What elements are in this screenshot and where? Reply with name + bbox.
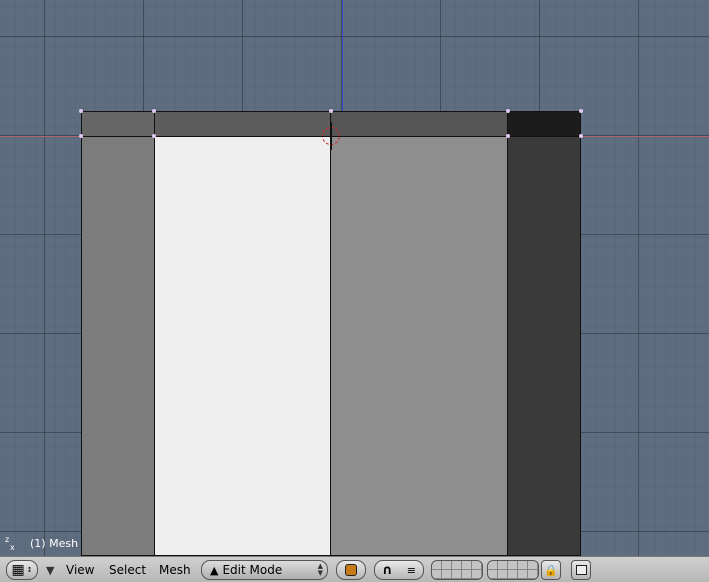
snap-icon: ≡ [406, 563, 416, 577]
layer-buttons-group-1[interactable] [431, 560, 483, 580]
mesh-face-front-light[interactable] [154, 136, 331, 556]
menu-mesh[interactable]: Mesh [159, 562, 191, 578]
mesh-vertex[interactable] [579, 134, 583, 138]
shading-icon [345, 564, 357, 576]
3d-cursor-icon [317, 122, 345, 150]
mesh-vertex[interactable] [152, 109, 156, 113]
lock-icon: 🔒 [544, 563, 558, 577]
gizmo-x-label: x [10, 543, 15, 552]
mesh-face-top-center-left[interactable] [154, 111, 331, 137]
mesh-face-top-left[interactable] [81, 111, 155, 137]
mesh-face-front-mid[interactable] [330, 136, 508, 556]
magnet-icon: ∩ [382, 562, 393, 578]
menu-view[interactable]: View [66, 562, 94, 578]
3d-viewport[interactable]: z x (1) Mesh [0, 0, 709, 556]
mesh-face-right-dark[interactable] [507, 136, 581, 556]
object-name-label: (1) Mesh [30, 537, 79, 550]
mesh-vertex[interactable] [506, 109, 510, 113]
mesh-vertex[interactable] [579, 109, 583, 113]
updown-arrows-icon: ↕ [26, 566, 33, 574]
mode-arrows-icon: ▲ ▼ [317, 562, 323, 577]
mesh-vertex[interactable] [79, 134, 83, 138]
mode-selector[interactable]: ▲ Edit Mode ▲ ▼ [201, 560, 328, 580]
mesh-face-top-right[interactable] [507, 111, 581, 137]
render-button[interactable] [571, 560, 591, 580]
mesh-vertex[interactable] [152, 134, 156, 138]
menu-select[interactable]: Select [109, 562, 146, 578]
mesh-vertex[interactable] [79, 109, 83, 113]
mesh-object[interactable] [79, 109, 583, 556]
y-axis-line [342, 0, 343, 112]
proportional-edit-button[interactable]: ∩ ≡ [374, 560, 424, 580]
grid-icon: ▦ [11, 562, 25, 578]
edit-mode-icon: ▲ [210, 563, 219, 577]
shading-button[interactable] [336, 560, 366, 580]
mesh-vertex[interactable] [329, 109, 333, 113]
axis-gizmo-icon: z x [5, 536, 23, 554]
editor-type-button[interactable]: ▦ ↕ [6, 560, 38, 580]
mode-label: Edit Mode [222, 563, 283, 577]
triangle-down-icon[interactable]: ▼ [46, 564, 54, 577]
mesh-vertex[interactable] [506, 134, 510, 138]
mesh-face-left[interactable] [81, 136, 155, 556]
mesh-face-top-center-right[interactable] [330, 111, 508, 137]
layer-buttons-group-2[interactable] [487, 560, 539, 580]
render-icon [575, 565, 587, 575]
viewport-header: ▦ ↕ ▼ View Select Mesh ▲ Edit Mode ▲ ▼ ∩ … [0, 556, 709, 582]
lock-button[interactable]: 🔒 [541, 560, 561, 580]
